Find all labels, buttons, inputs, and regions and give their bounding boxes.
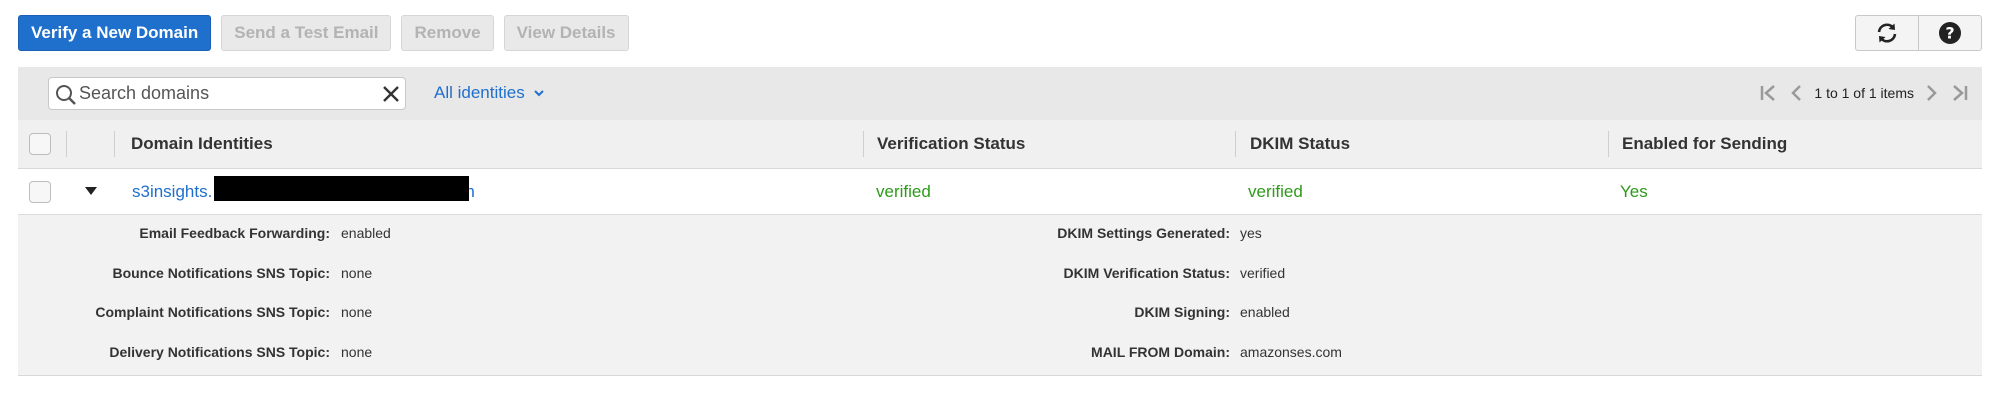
dkim-signing-value: enabled [1240,304,1290,320]
header-dkim-status[interactable]: DKIM Status [1250,120,1350,168]
bounce-notifications-label: Bounce Notifications SNS Topic: [112,265,330,281]
verify-domain-button[interactable]: Verify a New Domain [18,15,212,51]
detail-row: DKIM Settings Generated: yes [918,223,1918,243]
email-feedback-forwarding-value: enabled [341,225,391,241]
refresh-icon [1877,23,1897,43]
mail-from-domain-label: MAIL FROM Domain: [1091,344,1230,360]
last-page-icon[interactable] [1948,84,1970,102]
details-panel: Email Feedback Forwarding: enabled Bounc… [18,215,1982,376]
select-all-checkbox[interactable] [29,133,51,155]
search-input[interactable] [79,78,369,109]
table-header: Domain Identities Verification Status DK… [18,120,1982,169]
column-divider [114,131,115,157]
help-button[interactable]: ? [1918,15,1982,51]
complaint-notifications-label: Complaint Notifications SNS Topic: [95,304,330,320]
column-divider [863,131,864,157]
row-checkbox[interactable] [29,181,51,203]
first-page-icon[interactable] [1758,84,1780,102]
table-row[interactable]: s3insights. n verified verified Yes [18,169,1982,215]
detail-row: Complaint Notifications SNS Topic: none [18,302,918,322]
help-icon: ? [1939,22,1961,44]
previous-page-icon[interactable] [1788,84,1806,102]
pagination: 1 to 1 of 1 items [1758,84,1970,102]
detail-row: DKIM Signing: enabled [918,302,1918,322]
close-icon[interactable] [381,84,401,104]
mail-from-domain-value: amazonses.com [1240,344,1342,360]
detail-row: Delivery Notifications SNS Topic: none [18,342,918,362]
toolbar: Verify a New Domain Send a Test Email Re… [18,15,629,51]
column-divider [1608,131,1609,157]
detail-row: DKIM Verification Status: verified [918,263,1918,283]
detail-row: Bounce Notifications SNS Topic: none [18,263,918,283]
redaction-block [214,176,469,201]
dkim-verification-status-value: verified [1240,265,1286,281]
chevron-down-icon [534,90,544,97]
header-domain-identities[interactable]: Domain Identities [131,120,273,168]
filter-bar: All identities 1 to 1 of 1 items [18,67,1982,120]
caret-down-icon[interactable] [84,186,98,196]
search-icon [56,85,76,105]
detail-row: Email Feedback Forwarding: enabled [18,223,918,243]
header-verification-status[interactable]: Verification Status [877,120,1025,168]
column-divider [66,131,67,157]
detail-row: MAIL FROM Domain: amazonses.com [918,342,1918,362]
complaint-notifications-value: none [341,304,373,320]
dkim-signing-label: DKIM Signing: [1134,304,1230,320]
dkim-status-value: verified [1248,181,1303,201]
identity-filter-dropdown[interactable]: All identities [434,83,545,103]
next-page-icon[interactable] [1922,84,1940,102]
pager-text: 1 to 1 of 1 items [1814,85,1914,101]
dkim-settings-generated-value: yes [1240,225,1262,241]
view-details-button[interactable]: View Details [503,15,629,51]
enabled-for-sending-value: Yes [1620,181,1648,201]
dkim-settings-generated-label: DKIM Settings Generated: [1057,225,1230,241]
identity-filter-label: All identities [434,83,525,102]
domain-prefix[interactable]: s3insights. [132,182,212,202]
send-test-email-button[interactable]: Send a Test Email [221,15,392,51]
column-divider [1235,131,1236,157]
svg-text:?: ? [1945,24,1954,43]
dkim-verification-status-label: DKIM Verification Status: [1063,265,1230,281]
delivery-notifications-value: none [341,344,373,360]
email-feedback-forwarding-label: Email Feedback Forwarding: [139,225,330,241]
search-box [48,77,406,110]
verification-status-value: verified [876,181,931,201]
refresh-button[interactable] [1855,15,1919,51]
delivery-notifications-label: Delivery Notifications SNS Topic: [109,344,330,360]
header-enabled-for-sending[interactable]: Enabled for Sending [1622,120,1787,168]
bounce-notifications-value: none [341,265,373,281]
remove-button[interactable]: Remove [401,15,494,51]
